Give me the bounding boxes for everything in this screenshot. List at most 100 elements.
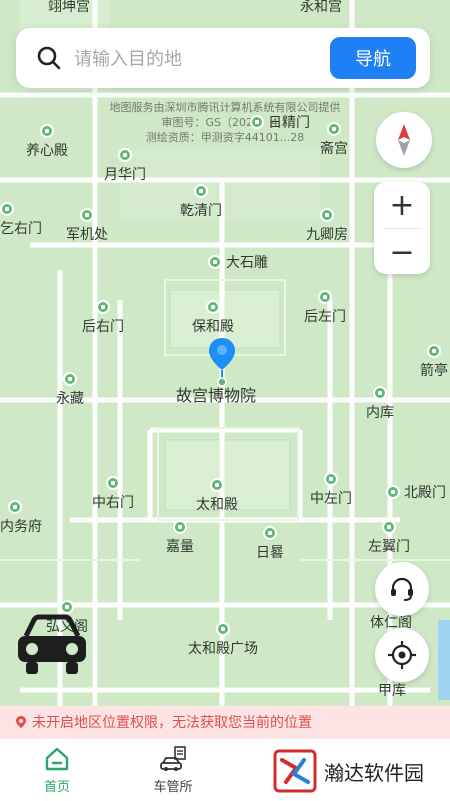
poi-marker-icon: [386, 485, 400, 499]
poi-marker-icon: [382, 520, 396, 534]
poi-label: 甲库: [378, 683, 406, 699]
brand-watermark: 瀚达软件园: [272, 744, 442, 798]
compass-icon: [398, 124, 410, 156]
poi-label: 日精门: [268, 115, 310, 131]
poi-marker-icon: [318, 290, 332, 304]
poi-label: 太和殿: [196, 497, 238, 513]
car-service-icon: [160, 746, 186, 771]
poi-label: 斋宫: [320, 141, 348, 157]
notice-text: 未开启地区位置权限，无法获取您当前的位置: [32, 715, 312, 731]
poi-label: 箭亭: [420, 363, 448, 379]
poi-zhongyou[interactable]: 中右门: [92, 476, 134, 512]
poi-beiduan[interactable]: 北殿门: [386, 482, 446, 502]
poi-jialiang[interactable]: 嘉量: [166, 520, 194, 556]
car-icon[interactable]: [14, 612, 90, 678]
tab-home-label: 首页: [43, 780, 70, 795]
poi-yongzang[interactable]: 永藏: [56, 372, 84, 408]
brand-logo-icon: [273, 749, 317, 793]
poi-label: 中左门: [310, 491, 352, 507]
poi-label: 内库: [366, 405, 394, 421]
poi-rijing[interactable]: 日精门: [250, 112, 310, 132]
poi-zhaigong[interactable]: 斋宫: [320, 122, 348, 158]
poi-marker-icon: [320, 208, 334, 222]
poi-label: 乞右门: [0, 221, 42, 237]
poi-dashi[interactable]: 大石雕: [208, 252, 268, 272]
poi-marker-icon: [373, 386, 387, 400]
poi-marker-icon: [206, 300, 220, 314]
poi-marker-icon: [427, 344, 441, 358]
search-icon: [37, 46, 61, 70]
locate-button[interactable]: [375, 628, 429, 682]
poi-houzuo[interactable]: 后左门: [304, 290, 346, 326]
tab-vehicle-office[interactable]: 车管所: [128, 739, 218, 801]
compass-button[interactable]: [376, 112, 432, 168]
search-bar[interactable]: 请输入目的地 导航: [16, 28, 430, 88]
poi-label: 嘉量: [166, 539, 194, 555]
poi-zuoyi[interactable]: 左翼门: [368, 520, 410, 556]
poi-taihe[interactable]: 太和殿: [196, 478, 238, 514]
headset-icon: [391, 577, 413, 601]
poi-label: 乾清门: [180, 203, 222, 219]
poi-marker-icon: [40, 124, 54, 138]
zoom-in-button[interactable]: +: [374, 182, 430, 228]
poi-marker-icon: [96, 300, 110, 314]
poi-label: 保和殿: [192, 319, 234, 335]
poi-baohe[interactable]: 保和殿: [192, 300, 234, 336]
poi-label: 养心殿: [26, 143, 68, 159]
poi-label: 中右门: [92, 495, 134, 511]
poi-label: 大石雕: [226, 255, 268, 271]
poi-marker-icon: [250, 115, 264, 129]
home-icon: [45, 747, 69, 771]
poi-taiheguang[interactable]: 太和殿广场: [188, 622, 258, 658]
location-permission-notice: 未开启地区位置权限，无法获取您当前的位置: [0, 706, 450, 738]
poi-yangxin[interactable]: 养心殿: [4, 124, 68, 160]
brand-text: 瀚达软件园: [324, 760, 424, 785]
poi-qianqing[interactable]: 乾清门: [180, 184, 222, 220]
map-label-yonghe: 永和宫: [300, 0, 342, 15]
poi-marker-icon: [208, 255, 222, 269]
poi-marker-icon: [327, 122, 341, 136]
tab-vehicle-office-label: 车管所: [153, 780, 193, 795]
zoom-out-button[interactable]: −: [374, 229, 430, 275]
poi-zhongzuo[interactable]: 中左门: [310, 472, 352, 508]
poi-houyou[interactable]: 后右门: [82, 300, 124, 336]
poi-jian[interactable]: 箭亭: [420, 344, 448, 380]
poi-neiku[interactable]: 内库: [366, 386, 394, 422]
navigate-button[interactable]: 导航: [330, 37, 416, 79]
poi-label: 日晷: [256, 545, 284, 561]
poi-marker-icon: [106, 476, 120, 490]
poi-marker-icon: [118, 148, 132, 162]
poi-marker-icon: [210, 478, 224, 492]
poi-label: 左翼门: [368, 539, 410, 555]
location-marker-icon: [16, 716, 26, 728]
poi-junji[interactable]: 军机处: [66, 208, 108, 244]
poi-marker-icon: [80, 208, 94, 222]
poi-jiulong[interactable]: 九卿房: [306, 208, 348, 244]
poi-label: 内务府: [0, 519, 42, 535]
poi-leftcut[interactable]: 乞右门: [0, 202, 42, 238]
customer-service-button[interactable]: [375, 562, 429, 616]
poi-marker-icon: [0, 202, 14, 216]
poi-jiaku[interactable]: 甲库: [378, 680, 406, 700]
search-input[interactable]: 请输入目的地: [74, 45, 330, 71]
location-pin-icon[interactable]: [206, 336, 238, 388]
poi-marker-icon: [263, 526, 277, 540]
poi-neiwu[interactable]: 内务府: [0, 500, 42, 536]
poi-marker-icon: [194, 184, 208, 198]
poi-riqui[interactable]: 日晷: [256, 526, 284, 562]
poi-marker-icon: [324, 472, 338, 486]
poi-label: 后右门: [82, 319, 124, 335]
crosshair-icon: [388, 641, 416, 669]
map-label-yikun: 翊坤宫: [48, 0, 90, 15]
poi-yuehua[interactable]: 月华门: [104, 148, 146, 184]
poi-label: 九卿房: [306, 227, 348, 243]
zoom-control: + −: [374, 182, 430, 274]
poi-marker-icon: [173, 520, 187, 534]
poi-marker-icon: [216, 622, 230, 636]
poi-label: 永藏: [56, 391, 84, 407]
poi-label: 军机处: [66, 227, 108, 243]
map-copyright-line1: 地图服务由深圳市腾讯计算机系统有限公司提供: [109, 101, 341, 114]
tab-home[interactable]: 首页: [12, 739, 102, 801]
poi-marker-icon: [63, 372, 77, 386]
poi-marker-icon: [8, 500, 22, 514]
